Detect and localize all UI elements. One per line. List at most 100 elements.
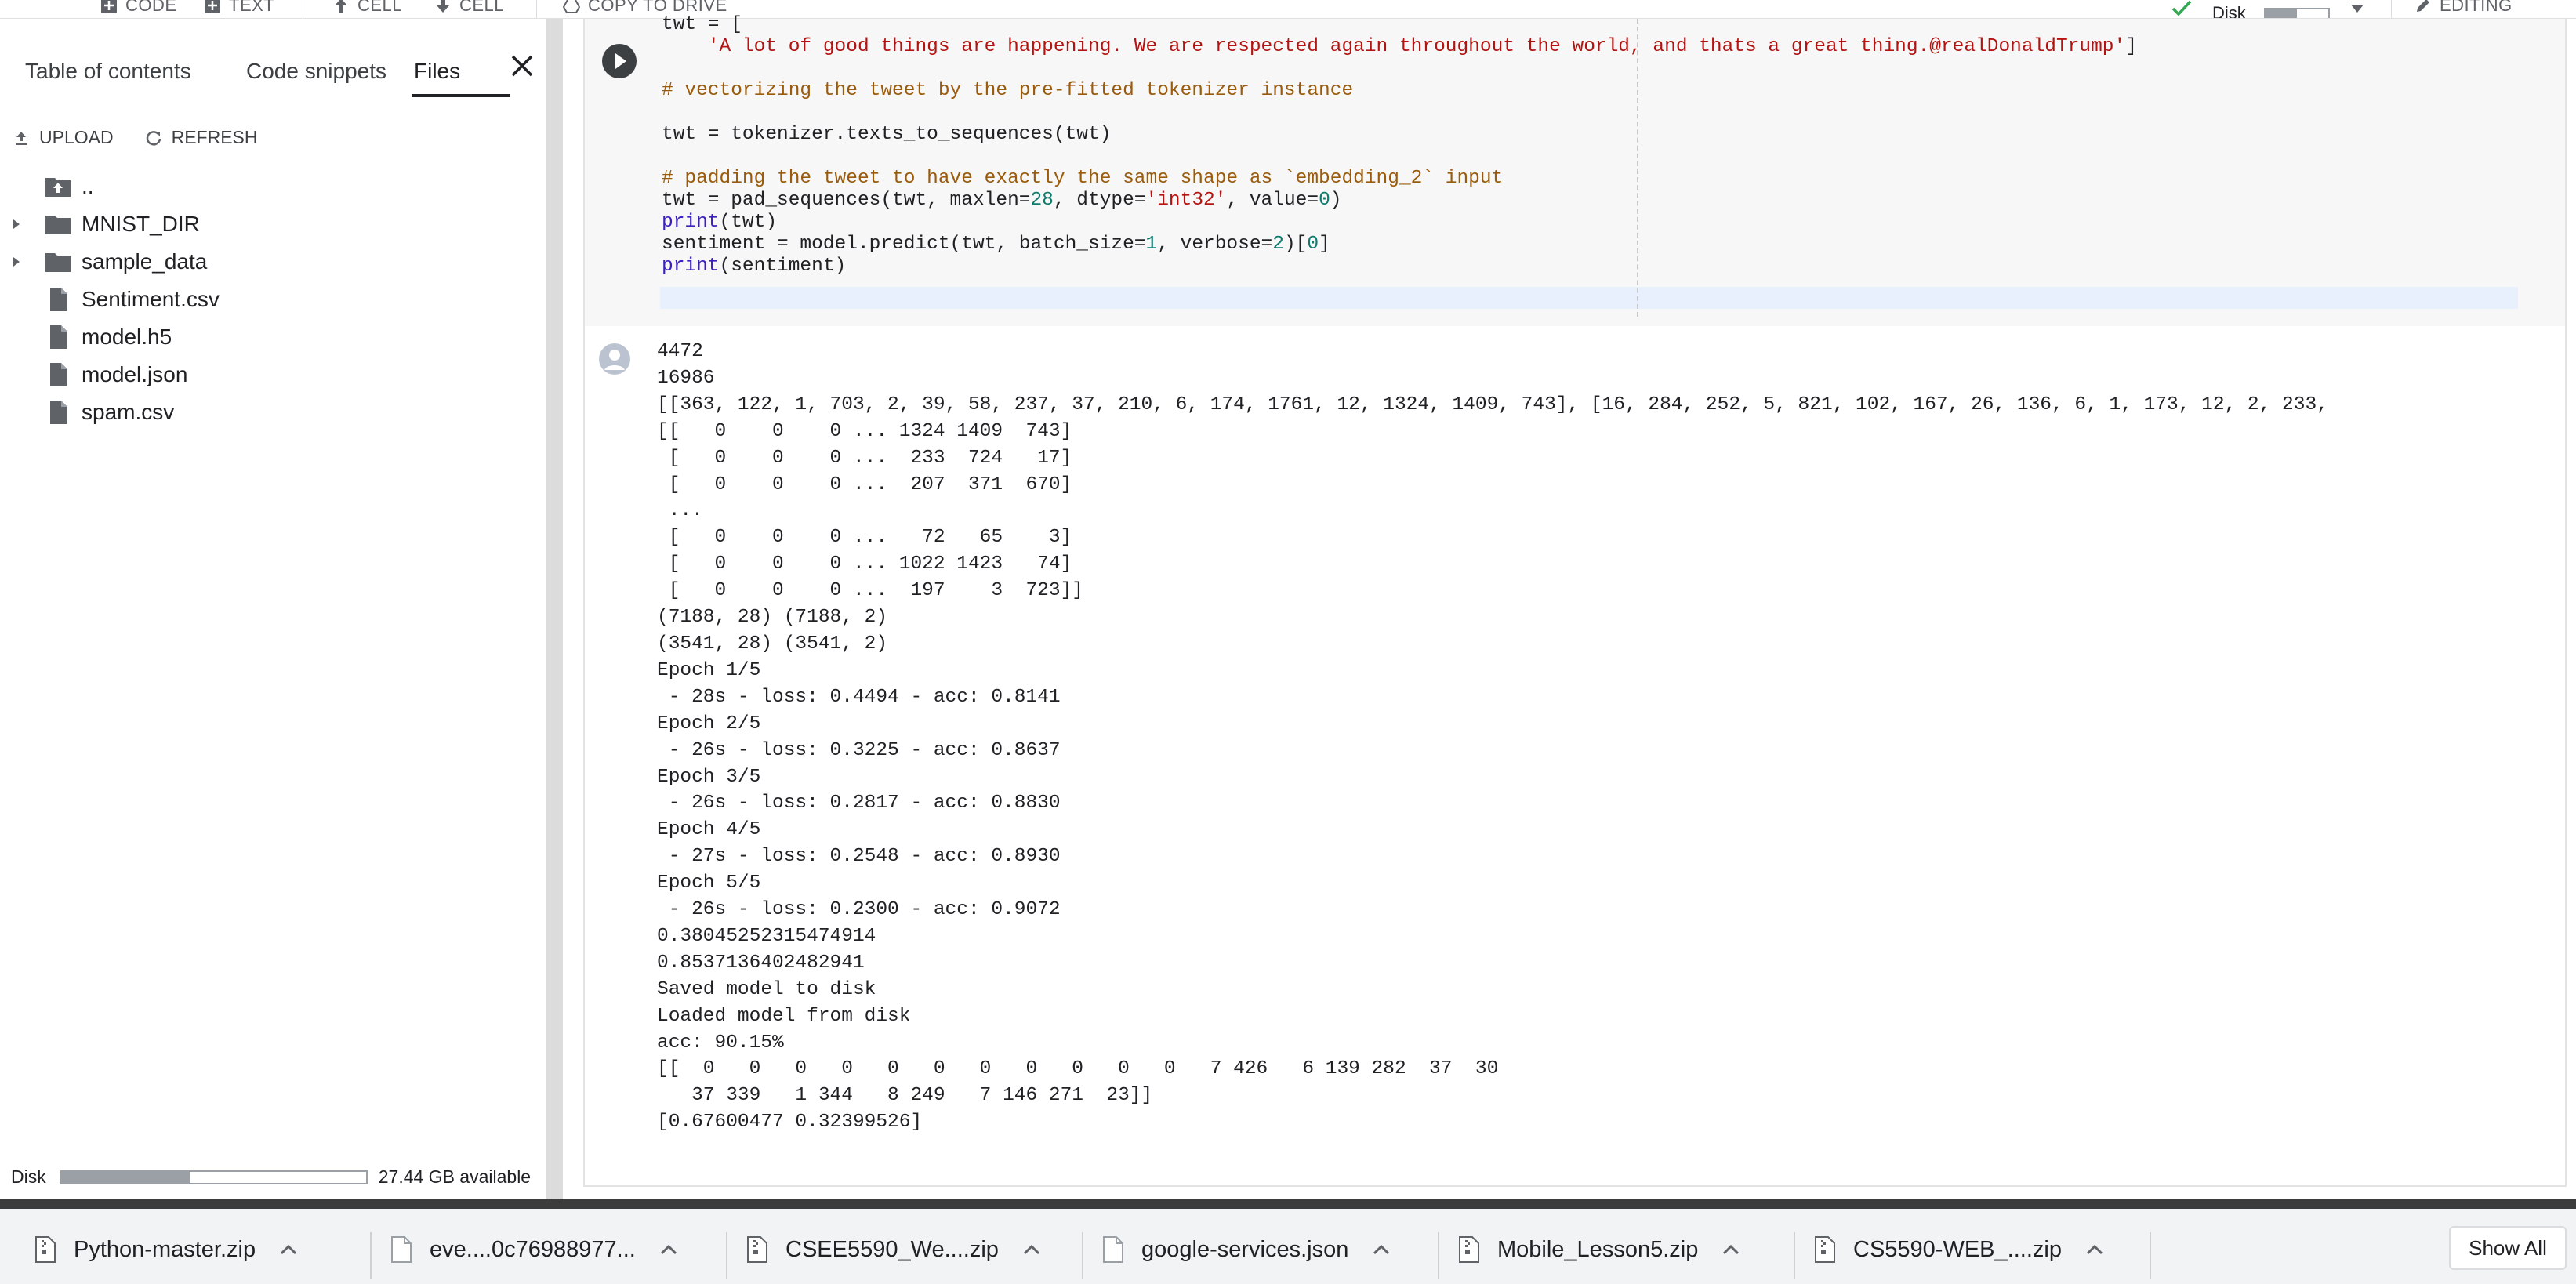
chevron-up-icon[interactable]: [279, 1242, 298, 1257]
sidebar-tabs: Table of contents Code snippets Files: [0, 42, 547, 100]
download-file-name: Python-master.zip: [74, 1236, 256, 1262]
download-item[interactable]: Python-master.zip: [34, 1226, 298, 1273]
tab-table-of-contents[interactable]: Table of contents: [25, 42, 191, 100]
file-icon: [50, 288, 67, 311]
disk-usage: Disk 27.44 GB available: [11, 1166, 531, 1188]
chevron-up-icon[interactable]: [1022, 1242, 1041, 1257]
toolbar-separator: [536, 0, 537, 18]
code-line: # padding the tweet to have exactly the …: [662, 168, 2137, 190]
code-token: 0: [1307, 234, 1319, 255]
output-line: [ 0 0 0 ... 207 371 670]: [657, 473, 1072, 495]
sidebar-resize-handle[interactable]: [547, 19, 563, 1204]
code-editor-text[interactable]: twt = [ 'A lot of good things are happen…: [662, 14, 2137, 277]
plus-icon: [101, 0, 117, 13]
upload-button[interactable]: UPLOAD: [13, 127, 114, 148]
chevron-up-icon[interactable]: [659, 1242, 678, 1257]
download-file-name: CS5590-WEB_....zip: [1853, 1236, 2062, 1262]
download-item[interactable]: CSEE5590_We....zip: [746, 1226, 1041, 1273]
chevron-down-icon[interactable]: [2349, 2, 2366, 16]
copy-to-drive-label: COPY TO DRIVE: [588, 0, 727, 15]
file-icon: [50, 401, 67, 424]
output-line: (3541, 28) (3541, 2): [657, 633, 888, 655]
download-item[interactable]: Mobile_Lesson5.zip: [1458, 1226, 1740, 1273]
close-icon[interactable]: [506, 50, 538, 82]
move-cell-up-button[interactable]: CELL: [332, 0, 402, 17]
move-cell-down-button[interactable]: CELL: [434, 0, 504, 17]
toolbar-separator: [2391, 0, 2392, 18]
refresh-button[interactable]: REFRESH: [145, 127, 258, 148]
code-token: (twt): [719, 212, 778, 233]
chevron-up-icon[interactable]: [1372, 1242, 1391, 1257]
file-tree-item[interactable]: model.h5: [0, 318, 547, 356]
output-avatar-icon: [599, 343, 630, 375]
output-line: Epoch 1/5: [657, 659, 761, 681]
runtime-disk-meter: [2264, 8, 2330, 18]
file-name: model.h5: [82, 325, 172, 349]
download-separator: [2150, 1232, 2151, 1279]
notebook-cell: twt = [ 'A lot of good things are happen…: [583, 14, 2567, 1187]
tab-code-snippets[interactable]: Code snippets: [246, 42, 386, 100]
code-token: , verbose=: [1157, 234, 1273, 255]
output-line: - 26s - loss: 0.2817 - acc: 0.8830: [657, 793, 1061, 814]
download-item[interactable]: google-services.json: [1102, 1226, 1391, 1273]
file-tree-item[interactable]: ..: [0, 168, 547, 205]
chevron-up-icon[interactable]: [2085, 1242, 2104, 1257]
downloads-bar: Show All Python-master.zip eve....0c76988…: [0, 1199, 2576, 1284]
run-cell-button[interactable]: [600, 42, 638, 80]
editing-mode-button[interactable]: EDITING: [2415, 0, 2513, 17]
code-cell-editor[interactable]: twt = [ 'A lot of good things are happen…: [585, 14, 2565, 326]
file-name: ..: [82, 174, 94, 198]
file-name: Sentiment.csv: [82, 287, 220, 311]
code-line: print(twt): [662, 212, 2137, 234]
arrow-up-icon: [335, 0, 347, 13]
add-text-label: TEXT: [229, 0, 275, 15]
download-separator: [1794, 1232, 1795, 1279]
refresh-label: REFRESH: [171, 127, 258, 147]
output-line: (7188, 28) (7188, 2): [657, 607, 888, 629]
file-name: model.json: [82, 362, 188, 386]
download-item[interactable]: CS5590-WEB_....zip: [1814, 1226, 2104, 1273]
show-all-downloads-button[interactable]: Show All: [2449, 1226, 2567, 1270]
connected-check-icon: [2171, 0, 2192, 16]
chevron-up-icon[interactable]: [1722, 1242, 1740, 1257]
add-text-button[interactable]: TEXT: [204, 0, 274, 17]
code-token: 28: [1030, 190, 1054, 211]
download-file-name: Mobile_Lesson5.zip: [1497, 1236, 1699, 1262]
code-token: # padding the tweet to have exactly the …: [662, 168, 1504, 189]
pencil-icon: [2417, 0, 2429, 12]
file-tree-item[interactable]: model.json: [0, 356, 547, 394]
add-code-button[interactable]: CODE: [100, 0, 177, 17]
zip-file-icon: [747, 1236, 767, 1263]
output-line: - 28s - loss: 0.4494 - acc: 0.8141: [657, 686, 1061, 708]
code-line: twt = pad_sequences(twt, maxlen=28, dtyp…: [662, 190, 2137, 212]
tab-files[interactable]: Files: [414, 42, 460, 100]
code-token: print: [662, 256, 720, 277]
file-tree-item[interactable]: Sentiment.csv: [0, 281, 547, 318]
code-line: sentiment = model.predict(twt, batch_siz…: [662, 234, 2137, 256]
code-token: print: [662, 212, 720, 233]
file-tree-item[interactable]: spam.csv: [0, 394, 547, 431]
file-tree-item[interactable]: sample_data: [0, 243, 547, 281]
output-line: 0.8537136402482941: [657, 952, 865, 974]
output-line: - 26s - loss: 0.2300 - acc: 0.9072: [657, 899, 1061, 921]
code-line: ​: [662, 58, 2137, 80]
code-line: ​: [662, 146, 2137, 168]
file-tree-item[interactable]: MNIST_DIR: [0, 205, 547, 243]
output-line: - 26s - loss: 0.3225 - acc: 0.8637: [657, 739, 1061, 761]
zip-file-icon: [35, 1236, 56, 1263]
add-code-label: CODE: [125, 0, 177, 15]
zip-file-icon: [1459, 1236, 1479, 1263]
output-line: 37 339 1 344 8 249 7 146 271 23]]: [657, 1085, 1153, 1107]
expand-arrow-icon[interactable]: [9, 217, 24, 231]
drive-icon: [563, 0, 580, 13]
code-token: twt = pad_sequences(twt, maxlen=: [662, 190, 1031, 211]
folder-icon: [45, 253, 71, 272]
expand-arrow-icon[interactable]: [9, 255, 24, 269]
code-line: # vectorizing the tweet by the pre-fitte…: [662, 80, 2137, 102]
arrow-down-icon: [437, 0, 449, 13]
output-line: [ 0 0 0 ... 1022 1423 74]: [657, 553, 1072, 575]
download-item[interactable]: eve....0c76988977...: [390, 1226, 678, 1273]
download-file-name: eve....0c76988977...: [430, 1236, 636, 1262]
disk-available-text: 27.44 GB available: [378, 1166, 532, 1187]
